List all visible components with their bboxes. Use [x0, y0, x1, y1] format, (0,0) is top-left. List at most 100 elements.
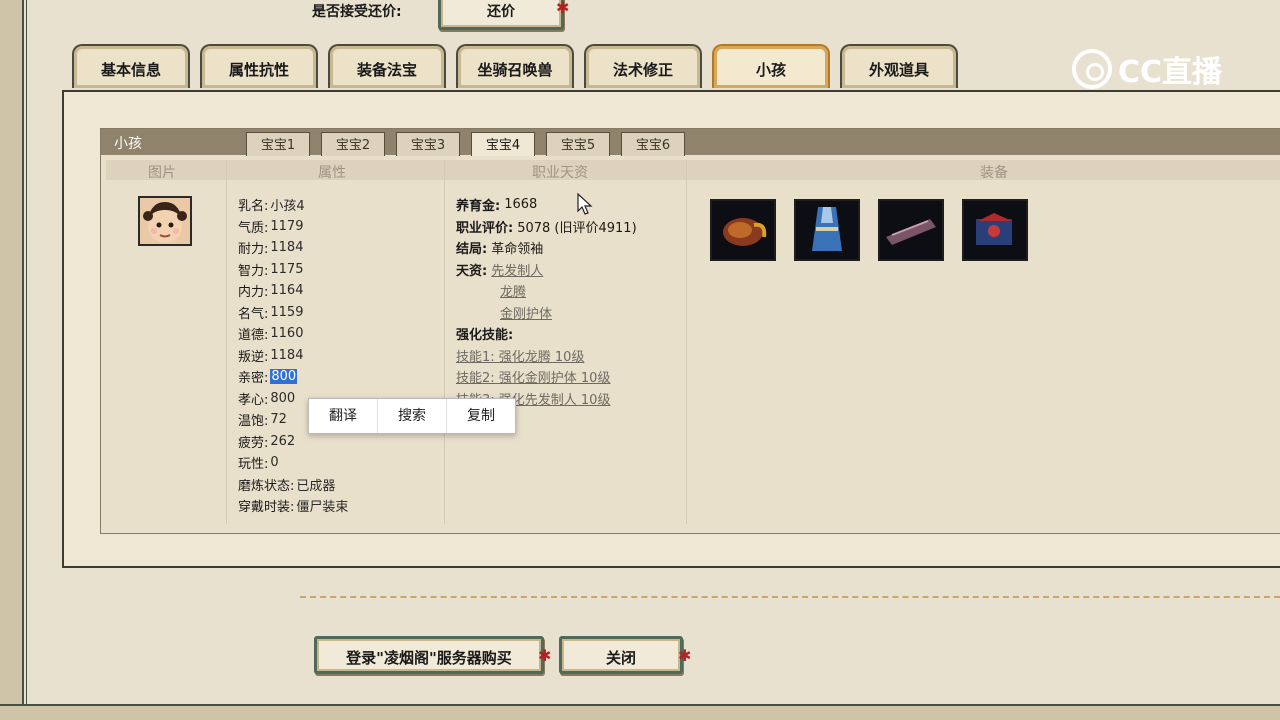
- attr-row-nickname: 乳名: 小孩4: [238, 194, 348, 216]
- attr-value: 1184: [270, 347, 304, 363]
- attr-row-stamina: 耐力: 1184: [238, 237, 348, 259]
- column-divider: [444, 160, 445, 524]
- attr-row-costume: 穿戴时装: 僵尸装束: [238, 495, 348, 517]
- subtab-baby-2[interactable]: 宝宝2: [321, 132, 385, 156]
- context-menu-search[interactable]: 搜索: [378, 399, 447, 433]
- child-face-icon: [140, 198, 190, 244]
- equipment-slot-2[interactable]: [794, 199, 860, 261]
- attr-value: 僵尸装束: [296, 500, 349, 516]
- attr-value: 0: [270, 455, 279, 471]
- attr-value: 1175: [270, 261, 304, 277]
- tab-spell-correction[interactable]: 法术修正: [584, 44, 702, 88]
- context-menu-translate[interactable]: 翻译: [309, 399, 378, 433]
- subtab-baby-6[interactable]: 宝宝6: [621, 132, 685, 156]
- attr-label: 玩性:: [238, 457, 269, 473]
- tab-child[interactable]: 小孩: [712, 44, 830, 88]
- attr-row-inner-power: 内力: 1164: [238, 280, 348, 302]
- aptitude-link[interactable]: 龙腾: [500, 281, 526, 300]
- tab-equipment-treasure[interactable]: 装备法宝: [328, 44, 446, 88]
- skill-row: 技能1: 强化龙腾 10级: [456, 345, 637, 367]
- attr-row-training-status: 磨炼状态: 已成器: [238, 474, 348, 496]
- column-attributes-header: 属性: [318, 165, 346, 181]
- ending-value: 革命领袖: [491, 242, 544, 258]
- baby-subtabs: 宝宝1 宝宝2 宝宝3 宝宝4 宝宝5 宝宝6: [246, 132, 696, 156]
- skill-link[interactable]: 技能2: 强化金刚护体 10级: [456, 367, 610, 386]
- attr-label: 智力:: [238, 263, 269, 279]
- attr-row-fame: 名气: 1159: [238, 302, 348, 324]
- equipment-slot-1[interactable]: [710, 199, 776, 261]
- skills-header-row: 强化技能:: [456, 323, 637, 345]
- tab-basic-info[interactable]: 基本信息: [72, 44, 190, 88]
- attr-value: 已成器: [296, 478, 336, 494]
- attr-value-selected[interactable]: 800: [270, 369, 298, 385]
- attr-label: 亲密:: [238, 371, 269, 387]
- ending-label: 结局:: [456, 242, 488, 258]
- attr-label: 名气:: [238, 306, 269, 322]
- subtab-baby-3[interactable]: 宝宝3: [396, 132, 460, 156]
- counter-offer-label: 是否接受还价:: [312, 4, 402, 20]
- attr-value: 小孩4: [270, 199, 305, 215]
- attribute-list: 乳名: 小孩4 气质: 1179 耐力: 1184 智力: 1175 内力: 1164 名…: [238, 194, 348, 517]
- columns-header: [106, 160, 1280, 180]
- attr-row-playfulness: 玩性: 0: [238, 452, 348, 474]
- attr-row-morality: 道德: 1160: [238, 323, 348, 345]
- cc-live-watermark: CC直播: [1072, 44, 1222, 94]
- dashed-divider: [300, 596, 1280, 598]
- rating-label: 职业评价:: [456, 220, 514, 236]
- column-talent-header: 职业天资: [532, 165, 588, 181]
- attr-label: 温饱:: [238, 414, 269, 430]
- aptitude-link[interactable]: 先发制人: [491, 260, 543, 279]
- skills-label: 强化技能:: [456, 328, 514, 344]
- context-menu-copy[interactable]: 复制: [447, 399, 515, 433]
- tab-mount-summon[interactable]: 坐骑召唤兽: [456, 44, 574, 88]
- equipment-item-icon: [886, 219, 936, 245]
- attr-value: 72: [270, 412, 287, 428]
- attr-value: 800: [270, 390, 296, 406]
- attr-label: 道德:: [238, 328, 269, 344]
- watermark-text: CC直播: [1118, 55, 1223, 90]
- skill-row: 技能2: 强化金刚护体 10级: [456, 366, 637, 388]
- login-buy-button[interactable]: 登录"凌烟阁"服务器购买: [314, 636, 544, 674]
- attr-row-rebellion: 叛逆: 1184: [238, 345, 348, 367]
- subtab-baby-4[interactable]: 宝宝4: [471, 132, 535, 156]
- ribbon-icon: ✱: [538, 646, 552, 665]
- aptitude-row: 龙腾: [456, 280, 637, 302]
- equipment-slot-4[interactable]: [962, 199, 1028, 261]
- attr-value: 1159: [270, 304, 304, 320]
- tab-appearance-items[interactable]: 外观道具: [840, 44, 958, 88]
- subtab-baby-5[interactable]: 宝宝5: [546, 132, 610, 156]
- subtab-baby-1[interactable]: 宝宝1: [246, 132, 310, 156]
- attr-value: 1184: [270, 240, 304, 256]
- aptitude-row: 天资: 先发制人: [456, 259, 637, 281]
- attr-value: 1179: [270, 218, 304, 234]
- attr-label: 耐力:: [238, 242, 269, 258]
- counter-offer-row: 是否接受还价:: [312, 0, 402, 22]
- attr-value: 262: [270, 433, 296, 449]
- close-button[interactable]: 关闭: [559, 636, 683, 674]
- column-equipment-header: 装备: [980, 165, 1008, 181]
- rating-row: 职业评价: 5078 (旧评价4911): [456, 216, 637, 238]
- aptitude-label: 天资:: [456, 263, 488, 279]
- window-inner-line: [26, 0, 27, 706]
- column-image-header: 图片: [148, 165, 176, 181]
- window-bottom-border: [0, 704, 1280, 720]
- attr-row-temperament: 气质: 1179: [238, 216, 348, 238]
- tab-attributes-resistance[interactable]: 属性抗性: [200, 44, 318, 88]
- attr-label: 穿戴时装:: [238, 500, 295, 516]
- talent-section: 养育金: 1668 职业评价: 5078 (旧评价4911) 结局: 革命领袖 天资:…: [456, 194, 637, 409]
- cc-logo-icon: [1072, 49, 1112, 89]
- skill-link[interactable]: 技能1: 强化龙腾 10级: [456, 346, 584, 365]
- attr-label: 疲劳:: [238, 435, 269, 451]
- attr-value: 1164: [270, 283, 304, 299]
- context-menu: 翻译 搜索 复制: [308, 398, 516, 434]
- attr-row-intimacy: 亲密: 800: [238, 366, 348, 388]
- rating-value: 5078 (旧评价4911): [517, 220, 637, 236]
- funds-row: 养育金: 1668: [456, 194, 637, 216]
- equipment-slot-3[interactable]: [878, 199, 944, 261]
- aptitude-row: 金刚护体: [456, 302, 637, 324]
- window-left-border: [0, 0, 24, 720]
- attr-label: 乳名:: [238, 199, 269, 215]
- mouse-cursor-icon: [577, 192, 593, 215]
- aptitude-link[interactable]: 金刚护体: [500, 303, 552, 322]
- counter-offer-button[interactable]: 还价: [438, 0, 564, 30]
